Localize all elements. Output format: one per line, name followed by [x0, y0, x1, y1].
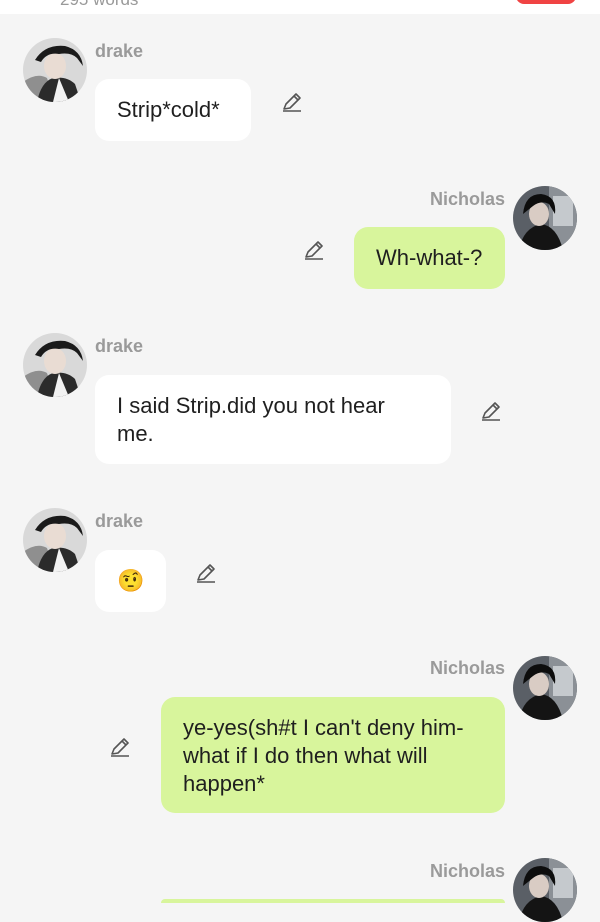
message-bubble-emoji[interactable]: 🤨: [95, 550, 166, 612]
message-bubble[interactable]: Strip*cold*: [95, 79, 251, 141]
avatar-drake[interactable]: [23, 38, 87, 102]
message-bubble[interactable]: ye-yes(sh#t I can't deny him-what if I d…: [161, 697, 505, 813]
message-bubble[interactable]: [161, 899, 505, 903]
edit-icon[interactable]: [479, 399, 503, 423]
sender-name: drake: [95, 41, 144, 61]
sender-name: Nicholas: [430, 189, 506, 209]
sender-name: Nicholas: [430, 861, 506, 881]
avatar-nicholas[interactable]: [513, 186, 577, 250]
edit-icon[interactable]: [108, 735, 132, 759]
edit-icon[interactable]: [280, 90, 304, 114]
word-count: 295 words: [60, 0, 138, 10]
avatar-nicholas[interactable]: [513, 858, 577, 922]
publish-button[interactable]: [516, 0, 576, 4]
edit-icon[interactable]: [194, 561, 218, 585]
avatar-drake[interactable]: [23, 333, 87, 397]
sender-name: drake: [95, 511, 144, 531]
avatar-nicholas[interactable]: [513, 656, 577, 720]
message-bubble[interactable]: I said Strip.did you not hear me.: [95, 375, 451, 464]
edit-icon[interactable]: [302, 238, 326, 262]
sender-name: drake: [95, 336, 144, 356]
message-bubble[interactable]: Wh-what-?: [354, 227, 505, 289]
sender-name: Nicholas: [430, 658, 506, 678]
top-bar: 295 words: [0, 0, 600, 14]
avatar-drake[interactable]: [23, 508, 87, 572]
